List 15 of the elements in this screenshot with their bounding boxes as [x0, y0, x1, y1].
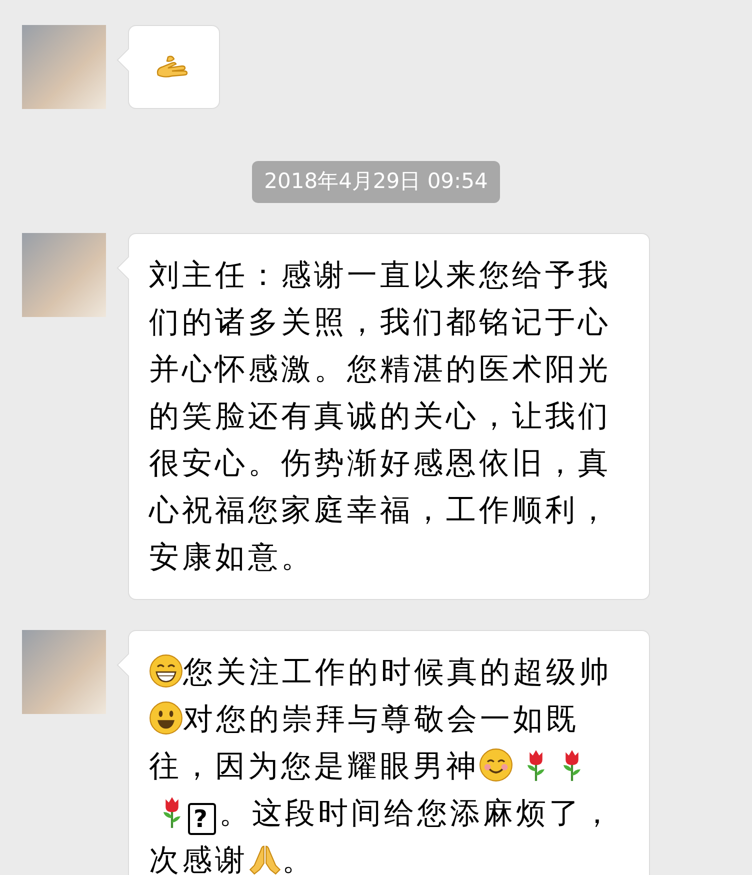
- message-text: 往，因为您是耀眼男神: [149, 748, 479, 784]
- message-text: 。: [282, 842, 315, 875]
- avatar-photo[interactable]: [22, 630, 106, 714]
- avatar-photo[interactable]: [22, 232, 106, 316]
- message-text: 刘主任：感谢一直以来您给予我们的诸多关照，我们都铭记于心并心怀感激。您精湛的医术阳光的笑脸还有真诚的关心，让我们很安心。伤势渐好感恩依旧，真心祝福您家庭幸福，工作顺利，安康如意。: [149, 258, 611, 574]
- missing-glyph: ?: [188, 802, 216, 834]
- smiling-face-icon: [479, 748, 513, 782]
- grinning-face-icon: [149, 654, 183, 688]
- message-text: 对您的崇拜与尊敬会一如既: [183, 702, 579, 736]
- message-text: 。这段时间给您添麻烦了，: [219, 796, 615, 830]
- message-text: 次感谢: [149, 842, 248, 875]
- message-text: 您关注工作的时候真的超级帅: [183, 654, 612, 690]
- smiley-face-icon: [149, 700, 183, 734]
- avatar-photo[interactable]: [22, 25, 106, 109]
- timestamp: 2018年4月29日 09:54: [252, 161, 500, 202]
